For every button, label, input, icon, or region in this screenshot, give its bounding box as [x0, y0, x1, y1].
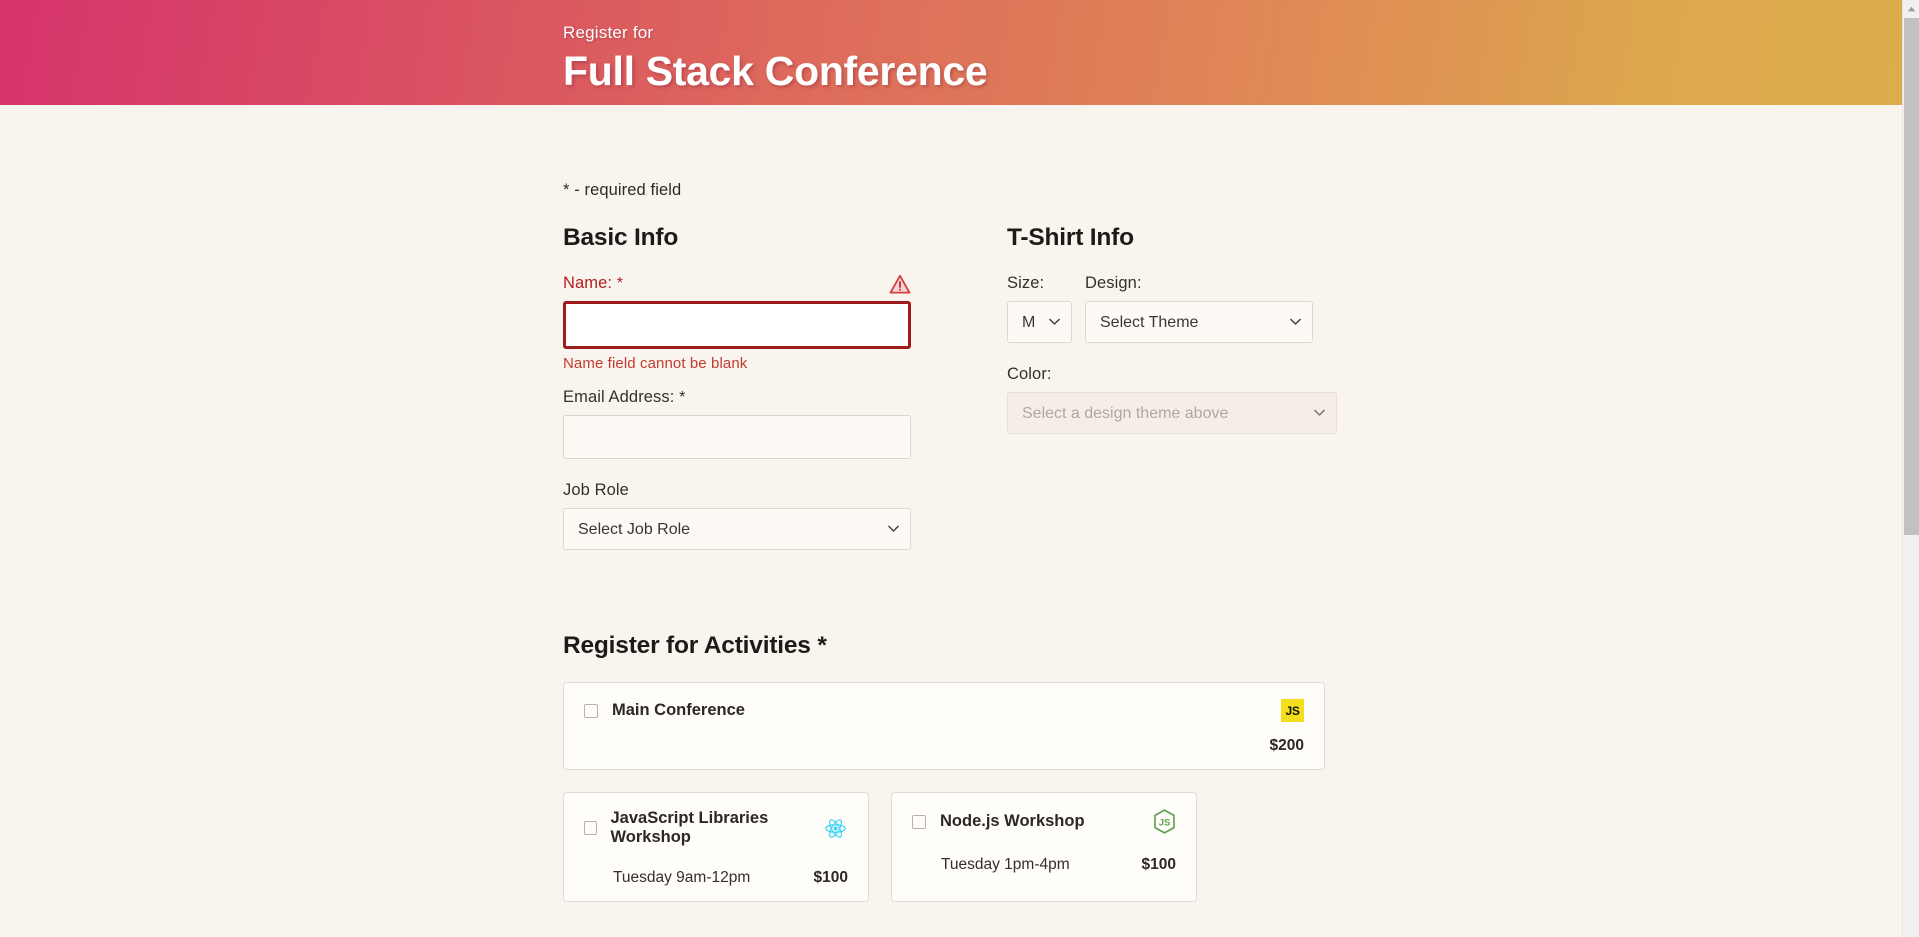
color-label: Color:: [1007, 365, 1052, 383]
activities-container: Main Conference JS $200 JavaScript Libra…: [563, 682, 1325, 902]
size-label: Size:: [1007, 274, 1045, 292]
activity-top-row: Main Conference JS: [584, 699, 1304, 722]
job-role-field-group: Job Role Select Job Role: [563, 481, 926, 550]
color-select[interactable]: Select a design theme above: [1007, 392, 1337, 434]
design-label: Design:: [1085, 274, 1142, 292]
activity-name: Node.js Workshop: [940, 812, 1085, 830]
activity-cost: $100: [1141, 856, 1176, 873]
scrollbar-thumb[interactable]: [1904, 18, 1919, 535]
activity-label[interactable]: Main Conference: [584, 701, 745, 720]
size-select-wrap: M: [1007, 301, 1072, 343]
activity-cost: $200: [1269, 737, 1304, 754]
name-input[interactable]: [563, 301, 911, 349]
email-input[interactable]: [563, 415, 911, 459]
page-viewport: Register for Full Stack Conference * - r…: [0, 0, 1902, 937]
activity-card-main-conference[interactable]: Main Conference JS $200: [563, 682, 1325, 770]
page-scrollbar[interactable]: [1902, 0, 1919, 937]
banner-subtitle: Register for: [563, 23, 654, 42]
name-label-text: Name:: [563, 274, 613, 292]
js-logo-text: JS: [1281, 699, 1304, 722]
activity-top-row: JavaScript Libraries Workshop: [584, 809, 848, 847]
job-role-select[interactable]: Select Job Role: [563, 508, 911, 550]
page-banner: Register for Full Stack Conference: [0, 0, 1902, 105]
tshirt-size-group: Size: M: [1007, 274, 1072, 343]
activity-time: Tuesday 1pm-4pm: [941, 856, 1070, 873]
form-columns: Basic Info Name: * Name field cannot be …: [563, 224, 1902, 572]
activities-heading-text: Register for Activities: [563, 632, 811, 659]
email-field-group: Email Address: *: [563, 388, 926, 459]
tshirt-size-design-row: Size: M Design: Select Theme: [1007, 274, 1337, 343]
tshirt-color-group: Color: Select a design theme above: [1007, 365, 1337, 434]
activity-row: JavaScript Libraries Workshop Tuesday 9a…: [563, 792, 1325, 902]
form-body: * - required field Basic Info Name: * Na…: [0, 181, 1902, 902]
react-logo-icon: [823, 816, 848, 841]
email-label-text: Email Address:: [563, 388, 675, 406]
activities-heading: Register for Activities *: [563, 632, 1902, 660]
activity-bottom-row: Tuesday 1pm-4pm $100: [912, 856, 1176, 874]
design-select[interactable]: Select Theme: [1085, 301, 1313, 343]
job-role-select-wrap: Select Job Role: [563, 508, 911, 550]
name-label-row: Name: *: [563, 274, 911, 301]
activity-name: Main Conference: [612, 701, 745, 719]
basic-info-section: Basic Info Name: * Name field cannot be …: [563, 224, 926, 572]
name-error-message: Name field cannot be blank: [563, 355, 748, 372]
activity-time: Tuesday 9am-12pm: [613, 869, 751, 886]
activity-label[interactable]: Node.js Workshop: [912, 812, 1085, 831]
tshirt-info-heading: T-Shirt Info: [1007, 224, 1134, 251]
activity-label[interactable]: JavaScript Libraries Workshop: [584, 809, 823, 847]
email-label: Email Address: *: [563, 388, 926, 407]
activity-checkbox-main-conference[interactable]: [584, 703, 598, 718]
activity-card-javascript-libraries-workshop[interactable]: JavaScript Libraries Workshop Tuesday 9a…: [563, 792, 869, 902]
color-select-wrap: Select a design theme above: [1007, 392, 1337, 434]
activity-top-row: Node.js Workshop JS: [912, 809, 1176, 834]
activity-bottom-row: Tuesday 9am-12pm $100: [584, 869, 848, 887]
activity-checkbox-nodejs-workshop[interactable]: [912, 814, 926, 829]
nodejs-logo-icon: JS: [1153, 809, 1176, 834]
job-role-label: Job Role: [563, 481, 629, 499]
tshirt-design-group: Design: Select Theme: [1085, 274, 1313, 343]
email-required-asterisk: *: [679, 389, 686, 406]
activity-card-nodejs-workshop[interactable]: Node.js Workshop JS Tuesday 1pm-4pm $100: [891, 792, 1197, 902]
activities-required-asterisk: *: [817, 632, 827, 659]
name-field-group: Name: * Name field cannot be blank: [563, 274, 926, 372]
tshirt-info-section: T-Shirt Info Size: M Design: Select Them…: [1007, 224, 1337, 572]
basic-info-heading: Basic Info: [563, 224, 679, 251]
design-select-wrap: Select Theme: [1085, 301, 1313, 343]
size-select[interactable]: M: [1007, 301, 1072, 343]
activity-cost: $100: [813, 869, 848, 886]
activity-name: JavaScript Libraries Workshop: [610, 809, 769, 846]
required-field-note: * - required field: [563, 181, 682, 199]
name-required-asterisk: *: [616, 275, 624, 292]
name-label: Name: *: [563, 274, 623, 293]
banner-text-group: Register for Full Stack Conference: [563, 23, 988, 94]
scrollbar-up-arrow-icon[interactable]: [1903, 0, 1919, 17]
svg-text:JS: JS: [1159, 817, 1171, 828]
js-logo-icon: JS: [1281, 699, 1304, 722]
activity-checkbox-javascript-libraries-workshop[interactable]: [584, 821, 597, 835]
page-title: Full Stack Conference: [563, 47, 988, 94]
warning-triangle-icon: [889, 274, 911, 294]
